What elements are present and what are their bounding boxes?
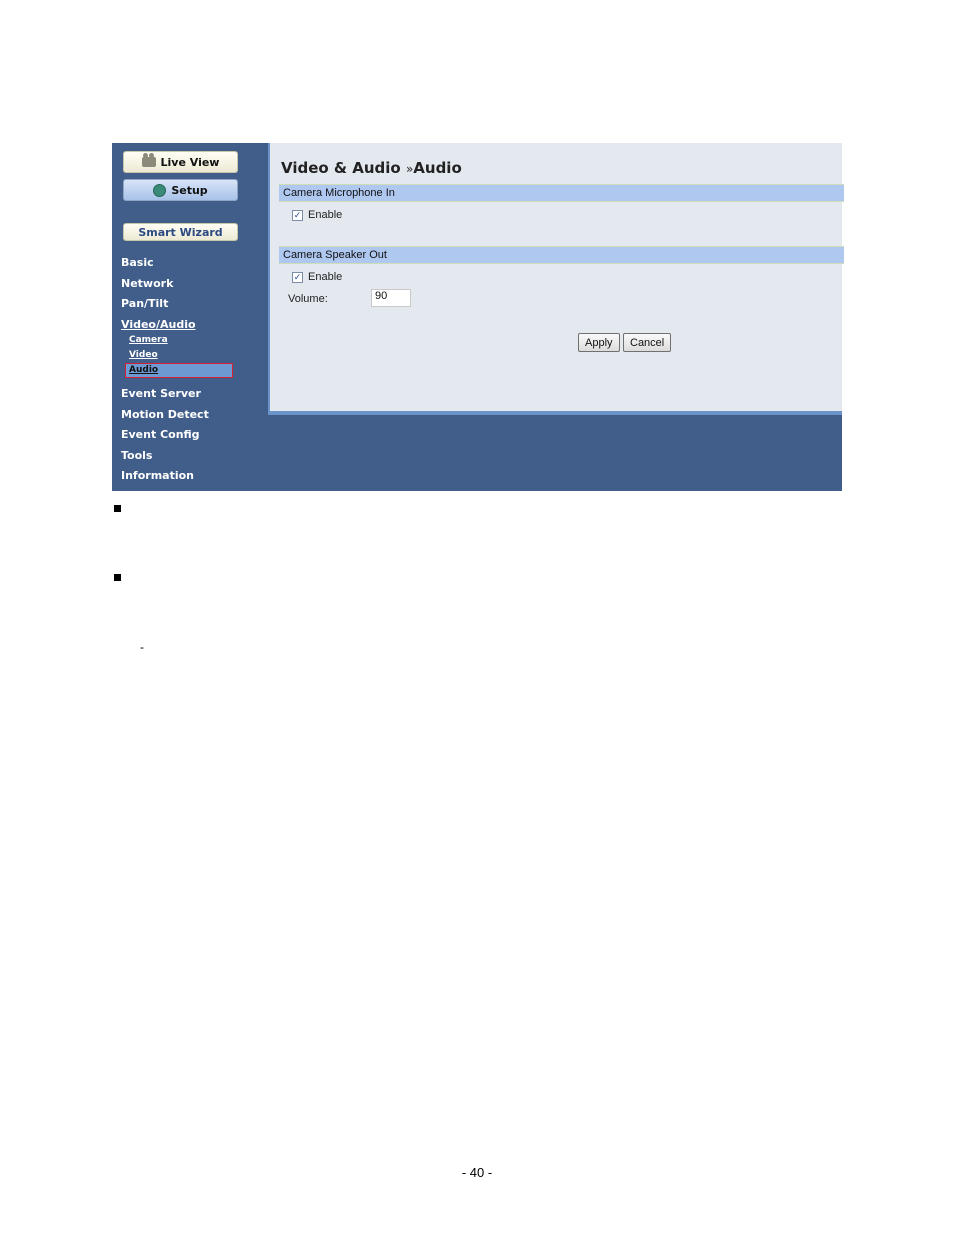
- sidebar-subitem-audio[interactable]: Audio: [125, 363, 233, 378]
- speaker-enable-label: Enable: [308, 271, 343, 283]
- setup-icon: [153, 183, 167, 197]
- checkbox-checked-icon[interactable]: ✓: [292, 209, 303, 221]
- speaker-enable-checkbox[interactable]: ✓ Enable: [292, 271, 342, 283]
- sidebar-item-pan-tilt[interactable]: Pan/Tilt: [121, 297, 168, 310]
- live-view-label: Live View: [160, 155, 220, 169]
- sidebar-item-video-audio[interactable]: Video/Audio: [121, 318, 196, 331]
- sidebar-subitem-video[interactable]: Video: [129, 350, 158, 360]
- checkbox-checked-icon[interactable]: ✓: [292, 271, 303, 283]
- bullet-square-icon: [114, 574, 121, 581]
- page-title: Video & Audio »Audio: [281, 159, 462, 177]
- sidebar: Live View Setup Smart Wizard Basic Netwo…: [112, 143, 268, 491]
- content-bottom-border: [268, 411, 842, 415]
- setup-label: Setup: [171, 183, 208, 197]
- sidebar-item-tools[interactable]: Tools: [121, 449, 152, 462]
- video-camera-icon: [141, 153, 156, 167]
- volume-label: Volume:: [288, 293, 328, 305]
- title-sub: Audio: [413, 159, 462, 177]
- apply-button[interactable]: Apply: [578, 333, 620, 352]
- sidebar-item-event-server[interactable]: Event Server: [121, 387, 201, 400]
- list-dash: -: [140, 640, 144, 654]
- sidebar-item-motion-detect[interactable]: Motion Detect: [121, 408, 209, 421]
- sidebar-item-basic[interactable]: Basic: [121, 256, 154, 269]
- sidebar-subitem-camera[interactable]: Camera: [129, 335, 168, 345]
- mic-enable-checkbox[interactable]: ✓ Enable: [292, 209, 342, 221]
- bullet-square-icon: [114, 505, 121, 512]
- page-number: - 40 -: [461, 1165, 493, 1180]
- mic-section-header: Camera Microphone In: [279, 184, 844, 202]
- smart-wizard-button[interactable]: Smart Wizard: [123, 223, 238, 241]
- setup-button[interactable]: Setup: [123, 179, 238, 201]
- title-main: Video & Audio: [281, 159, 401, 177]
- live-view-button[interactable]: Live View: [123, 151, 238, 173]
- mic-enable-label: Enable: [308, 209, 343, 221]
- sidebar-item-network[interactable]: Network: [121, 277, 173, 290]
- sidebar-item-event-config[interactable]: Event Config: [121, 428, 200, 441]
- cancel-button[interactable]: Cancel: [623, 333, 672, 352]
- volume-input[interactable]: 90: [371, 289, 411, 307]
- sidebar-item-information[interactable]: Information: [121, 469, 194, 482]
- content-panel: Video & Audio »Audio Camera Microphone I…: [268, 143, 844, 411]
- camera-web-ui-screenshot: Live View Setup Smart Wizard Basic Netwo…: [112, 143, 844, 491]
- speaker-section-header: Camera Speaker Out: [279, 246, 844, 264]
